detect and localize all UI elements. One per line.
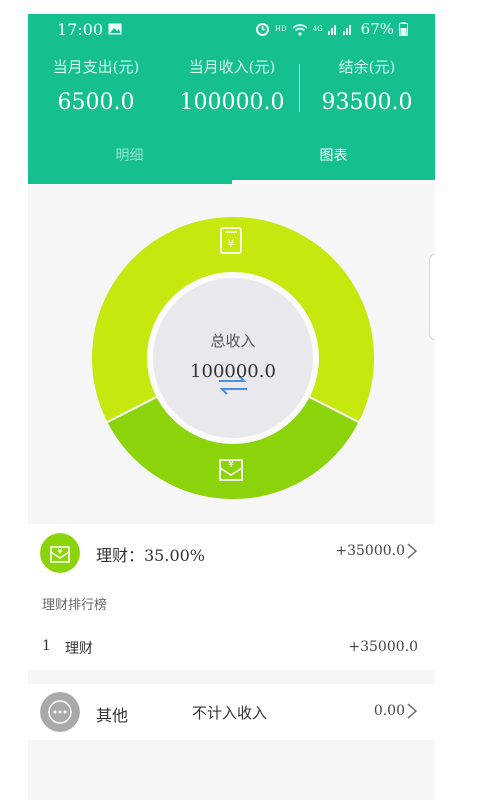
donut-center xyxy=(153,278,313,438)
chevron-right-icon xyxy=(407,703,418,719)
finance-category-row[interactable]: ¥ 理财：35.00% +35000.0 xyxy=(28,524,435,583)
donut-center-label: 总收入 xyxy=(210,332,256,350)
ranking-amount: +35000.0 xyxy=(348,639,418,655)
income-donut-chart: ¥ ¥ xyxy=(90,215,376,501)
finance-ranking: 理财排行榜 1 理财 +35000.0 xyxy=(28,582,435,670)
other-category-row[interactable]: 其他 不计入收入 0.00 xyxy=(28,684,435,740)
donut-center-value: 100000.0 xyxy=(190,361,276,382)
ranking-name: 理财 xyxy=(65,641,93,657)
other-row-note: 不计入收入 xyxy=(192,704,268,722)
more-icon xyxy=(40,692,80,732)
ranking-number: 1 xyxy=(42,638,51,654)
other-row-name: 其他 xyxy=(96,706,129,725)
other-row-amount: 0.00 xyxy=(373,703,405,719)
svg-text:¥: ¥ xyxy=(57,547,63,557)
chevron-right-icon xyxy=(407,543,418,559)
ranking-row[interactable]: 1 理财 +35000.0 xyxy=(28,632,435,670)
svg-text:¥: ¥ xyxy=(228,459,234,470)
ranking-heading: 理财排行榜 xyxy=(42,598,108,613)
finance-row-amount: +35000.0 xyxy=(335,543,405,559)
svg-text:¥: ¥ xyxy=(228,237,235,250)
app-screen: 17:00 HD 4G 67% 当月支出(元) 6500.0 当月收入(元) 1… xyxy=(28,14,435,800)
finance-row-title: 理财：35.00% xyxy=(96,546,206,565)
finance-icon: ¥ xyxy=(40,533,80,573)
